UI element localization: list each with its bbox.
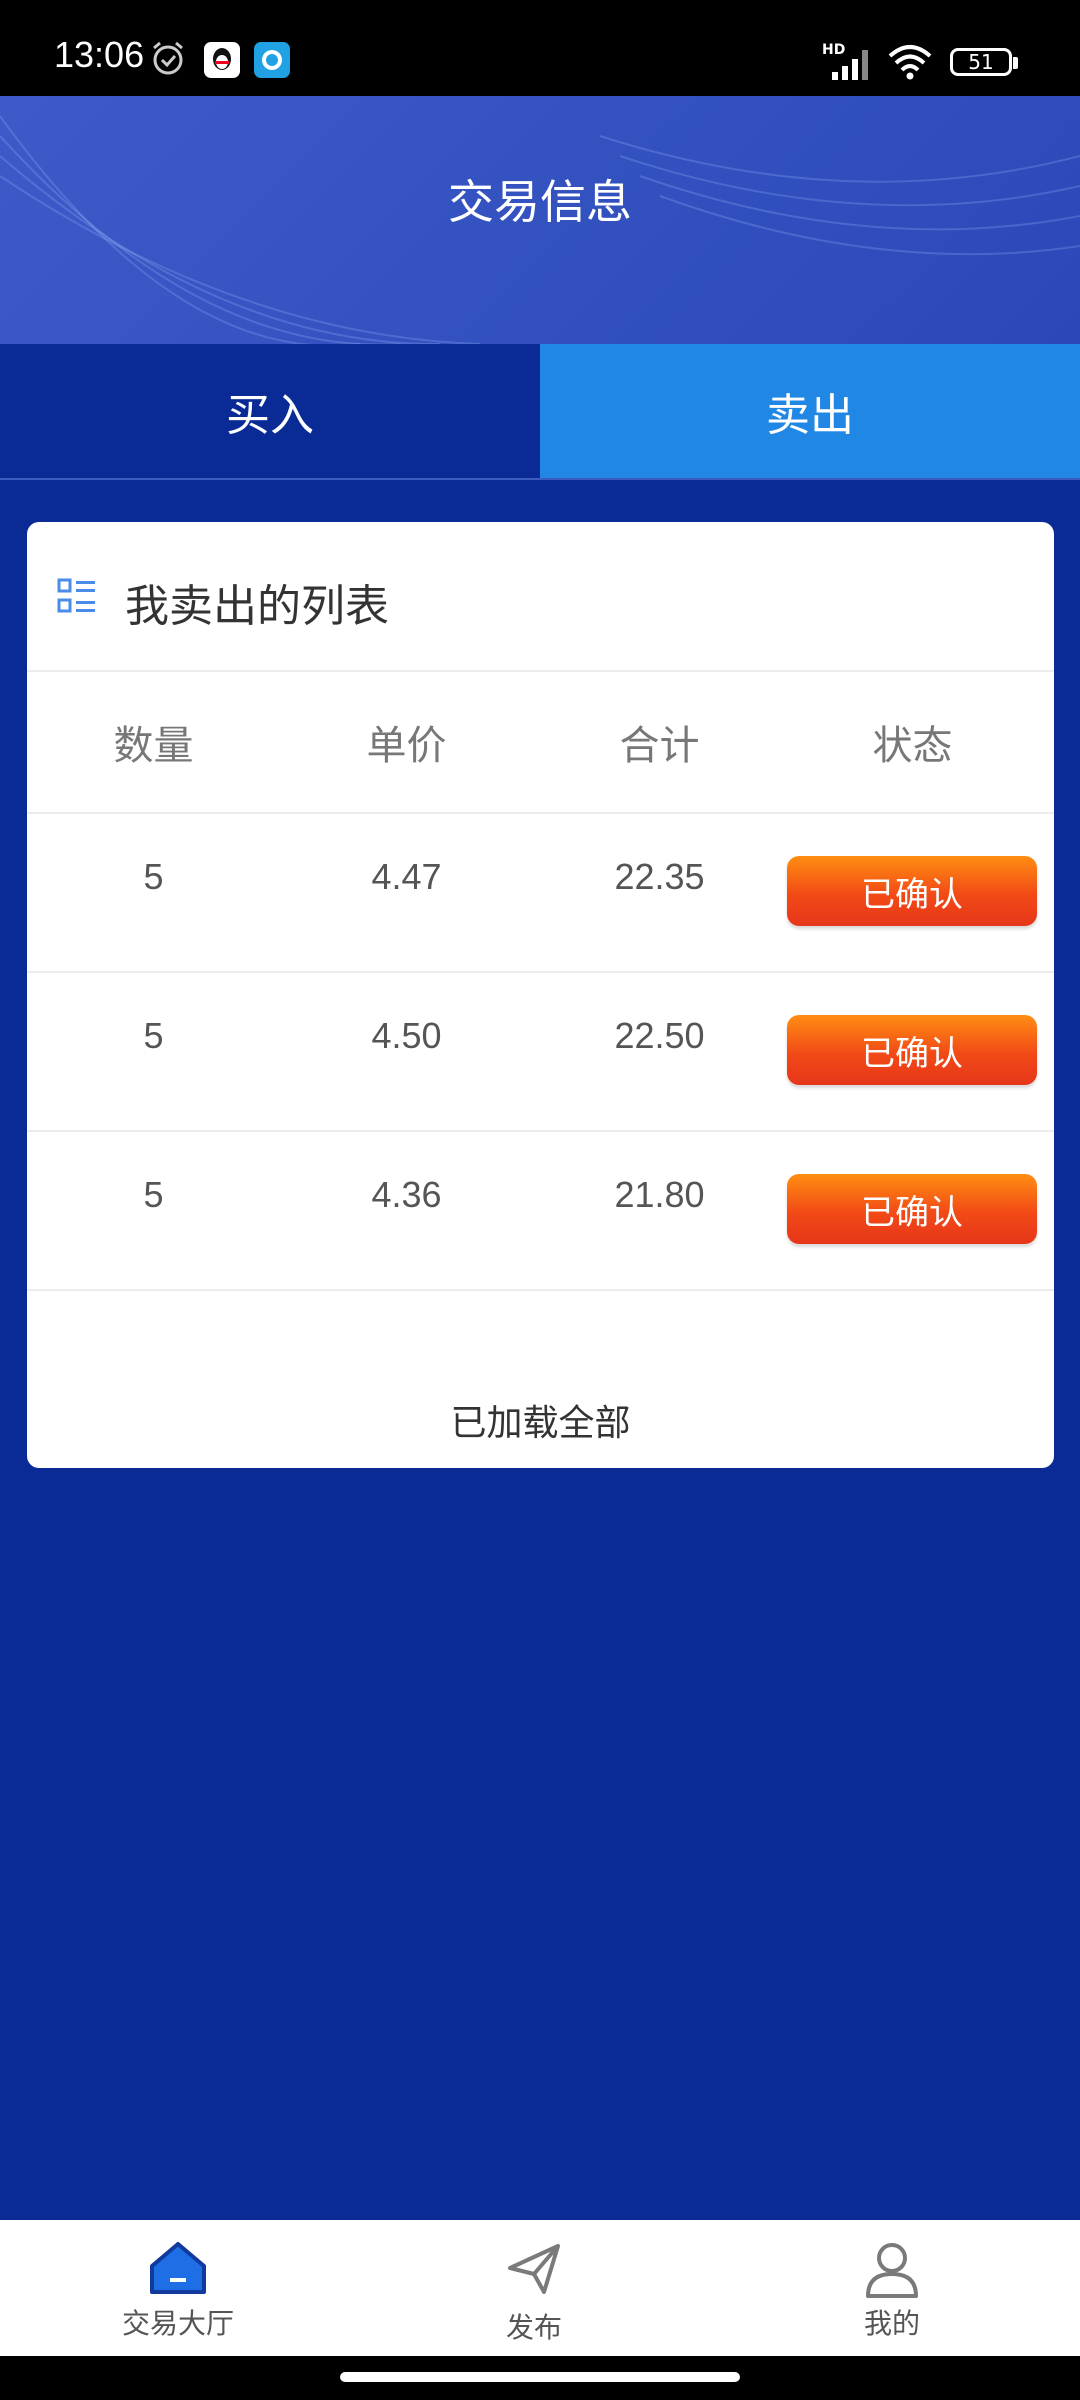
- page-header: 交易信息: [0, 96, 1080, 344]
- status-button[interactable]: 已确认: [787, 1174, 1037, 1244]
- page-title: 交易信息: [448, 175, 632, 229]
- nav-label-mine: 我的: [863, 2307, 920, 2340]
- status-button[interactable]: 已确认: [787, 856, 1037, 926]
- card-title: 我卖出的列表: [125, 581, 389, 632]
- total-cell: 22.35: [614, 856, 705, 897]
- qq-icon: [204, 42, 240, 78]
- user-icon: [866, 2243, 918, 2298]
- card-header: 我卖出的列表: [27, 522, 1054, 672]
- status-bar: 13:06 HD 51: [0, 0, 1080, 96]
- nav-label-publish: 发布: [505, 2311, 562, 2344]
- status-time: 13:06: [54, 34, 145, 75]
- status-button[interactable]: 已确认: [787, 1015, 1037, 1085]
- nav-item-mine[interactable]: 我的: [772, 2220, 1012, 2356]
- table-row: 5 4.47 22.35 已确认: [27, 814, 1054, 973]
- quantity-cell: 5: [143, 1174, 164, 1215]
- nav-label-trade-hall: 交易大厅: [121, 2307, 234, 2340]
- app-icon: [254, 42, 290, 78]
- nav-item-trade-hall[interactable]: 交易大厅: [58, 2220, 298, 2356]
- total-cell: 21.80: [614, 1174, 705, 1215]
- home-indicator[interactable]: [340, 2372, 740, 2382]
- price-cell: 4.50: [371, 1015, 442, 1056]
- quantity-cell: 5: [143, 1015, 164, 1056]
- table-header: 数量 单价 合计 状态: [27, 672, 1054, 814]
- quantity-cell: 5: [143, 856, 164, 897]
- trade-tabs: 买入 卖出: [0, 344, 1080, 478]
- column-header-quantity: 数量: [113, 723, 194, 769]
- home-icon: [150, 2242, 206, 2294]
- wifi-icon: [888, 45, 932, 80]
- divider: [0, 478, 1080, 480]
- tab-sell[interactable]: 卖出: [540, 344, 1080, 478]
- tab-buy[interactable]: 买入: [0, 344, 540, 478]
- total-cell: 22.50: [614, 1015, 705, 1056]
- sell-list-card: 我卖出的列表 数量 单价 合计 状态 5 4.47 22.35 已确认 5 4.…: [27, 522, 1054, 1468]
- price-cell: 4.36: [371, 1174, 442, 1215]
- price-cell: 4.47: [371, 856, 442, 897]
- bottom-nav: 交易大厅 发布 我的: [0, 2220, 1080, 2356]
- battery-icon: 51: [950, 48, 1018, 76]
- column-header-total: 合计: [619, 723, 700, 769]
- list-icon: [57, 578, 95, 613]
- column-header-price: 单价: [366, 723, 447, 769]
- column-header-status: 状态: [872, 723, 953, 769]
- nav-item-publish[interactable]: 发布: [414, 2220, 654, 2356]
- signal-icon: [832, 50, 868, 80]
- loaded-all-text: 已加载全部: [450, 1403, 631, 1444]
- table-row: 5 4.36 21.80 已确认: [27, 1132, 1054, 1291]
- table-row: 5 4.50 22.50 已确认: [27, 973, 1054, 1132]
- alarm-icon: [153, 41, 183, 75]
- paper-plane-icon: [508, 2244, 560, 2294]
